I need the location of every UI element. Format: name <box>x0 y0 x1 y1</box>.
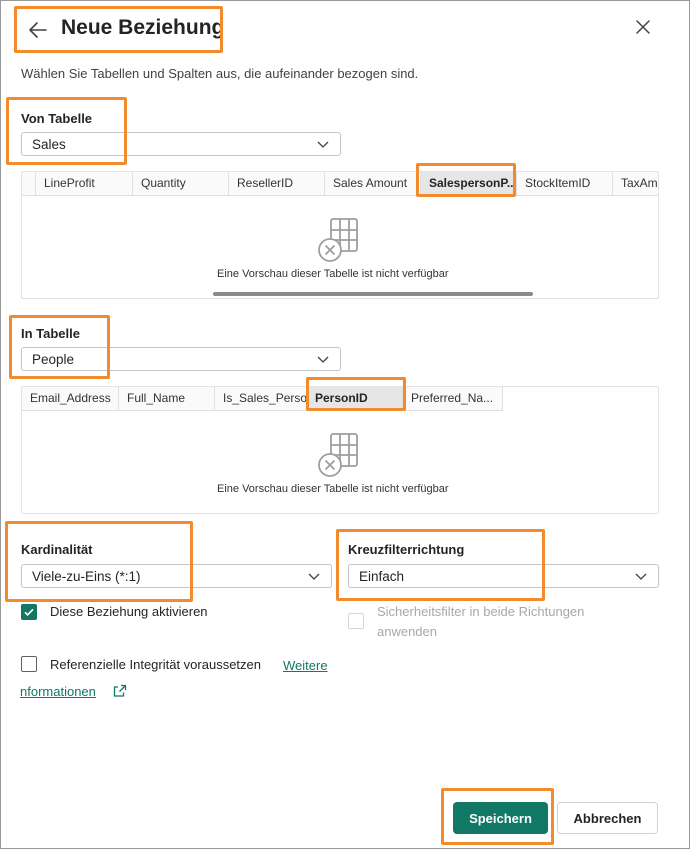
from-table-preview: LineProfit Quantity ResellerID Sales Amo… <box>21 171 659 299</box>
column-header[interactable]: Preferred_Na... <box>403 387 503 411</box>
table-unavailable-icon <box>318 218 358 262</box>
close-button[interactable] <box>632 16 654 38</box>
chevron-down-icon <box>317 141 329 148</box>
table-unavailable-icon <box>318 433 358 477</box>
chevron-down-icon <box>317 356 329 363</box>
activate-relationship-label: Diese Beziehung aktivieren <box>50 604 208 619</box>
empty-preview-text: Eine Vorschau dieser Tabelle ist nicht v… <box>217 483 449 495</box>
cardinality-value: Viele-zu-Eins (*:1) <box>32 568 141 584</box>
close-icon <box>636 20 650 34</box>
more-info-link[interactable]: Weitere <box>283 658 328 673</box>
to-table-column-header: Email_Address Full_Name Is_Sales_Person … <box>22 387 503 411</box>
chevron-down-icon <box>635 573 647 580</box>
dialog-subtitle: Wählen Sie Tabellen und Spalten aus, die… <box>21 66 419 81</box>
from-table-value: Sales <box>32 136 66 152</box>
cardinality-select[interactable]: Viele-zu-Eins (*:1) <box>21 564 332 588</box>
cancel-button[interactable]: Abbrechen <box>557 802 658 834</box>
to-table-preview: Email_Address Full_Name Is_Sales_Person … <box>21 386 659 514</box>
column-header[interactable]: Quantity <box>133 172 229 196</box>
cardinality-label: Kardinalität <box>21 542 93 557</box>
column-header-selected[interactable]: SalespersonP... <box>421 172 517 196</box>
column-header[interactable]: Email_Address <box>22 387 119 411</box>
column-header[interactable]: LineProfit <box>36 172 133 196</box>
arrow-left-icon <box>29 22 47 38</box>
checkmark-icon <box>24 608 34 617</box>
referential-integrity-checkbox[interactable] <box>21 656 37 672</box>
empty-preview-text: Eine Vorschau dieser Tabelle ist nicht v… <box>217 268 449 280</box>
cross-filter-label: Kreuzfilterrichtung <box>348 542 465 557</box>
security-filter-label: Sicherheitsfilter in beide Richtungen an… <box>377 604 585 639</box>
from-table-select[interactable]: Sales <box>21 132 341 156</box>
column-header[interactable]: ResellerID <box>229 172 325 196</box>
from-table-label: Von Tabelle <box>21 111 93 126</box>
to-table-value: People <box>32 351 75 367</box>
column-header[interactable]: Is_Sales_Person <box>215 387 307 411</box>
to-table-label: In Tabelle <box>21 326 80 341</box>
to-table-select[interactable]: People <box>21 347 341 371</box>
more-info-link-continued[interactable]: nformationen <box>20 684 96 699</box>
column-header[interactable]: StockItemID <box>517 172 613 196</box>
dialog-title: Neue Beziehung <box>61 16 225 39</box>
column-header[interactable]: Sales Amount <box>325 172 421 196</box>
back-button[interactable] <box>26 18 50 42</box>
cross-filter-select[interactable]: Einfach <box>348 564 659 588</box>
referential-integrity-label: Referenzielle Integrität voraussetzen <box>50 657 262 672</box>
open-external-icon[interactable] <box>113 684 127 698</box>
from-table-column-header: LineProfit Quantity ResellerID Sales Amo… <box>22 172 658 196</box>
horizontal-scrollbar[interactable] <box>213 292 533 296</box>
security-filter-checkbox[interactable] <box>348 613 364 629</box>
chevron-down-icon <box>308 573 320 580</box>
save-button[interactable]: Speichern <box>453 802 548 834</box>
activate-relationship-checkbox[interactable] <box>21 604 37 620</box>
column-header-selected[interactable]: PersonID <box>307 387 403 411</box>
cross-filter-value: Einfach <box>359 568 405 584</box>
row-header-cell <box>22 172 36 196</box>
column-header[interactable]: Full_Name <box>119 387 215 411</box>
column-header[interactable]: TaxAmo <box>613 172 658 196</box>
